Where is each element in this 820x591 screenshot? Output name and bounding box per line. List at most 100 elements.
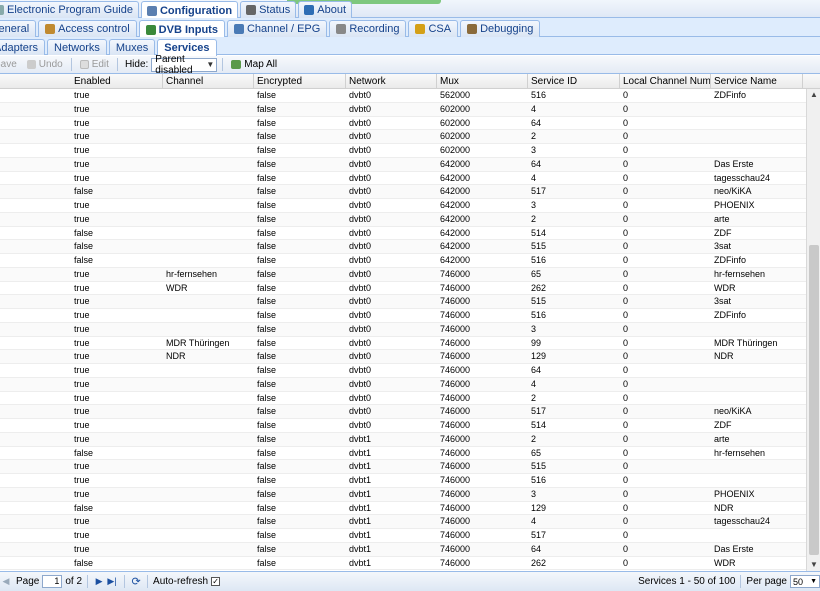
cell-channel: hr-fernsehen — [166, 268, 218, 279]
cell-service-id: 517 — [531, 186, 547, 197]
table-row[interactable]: true false dvbt0 602000 3 0 — [0, 144, 806, 158]
table-row[interactable]: true MDR Thüringen false dvbt0 746000 99 0 MDR … — [0, 337, 806, 351]
tab-csa[interactable]: CSA — [408, 20, 459, 37]
tab-muxes[interactable]: Muxes — [108, 39, 156, 55]
tab-recording[interactable]: Recording — [329, 20, 407, 37]
table-row[interactable]: true false dvbt0 562000 516 0 ZDFinfo — [0, 89, 806, 103]
edit-button[interactable]: Edit — [77, 57, 112, 73]
refresh-icon[interactable]: ⟳ — [130, 575, 142, 589]
table-row[interactable]: true false dvbt1 746000 3 0 PHOENIX — [0, 487, 806, 502]
tab-about[interactable]: About — [298, 1, 352, 18]
cell-enabled: true — [74, 392, 90, 403]
table-row[interactable]: true false dvbt0 642000 2 0 arte — [0, 212, 806, 227]
scrollbar-thumb[interactable] — [809, 245, 819, 555]
prev-page-icon[interactable]: ◀ — [0, 575, 12, 589]
table-row[interactable]: true false dvbt0 642000 64 0 Das Erste — [0, 157, 806, 172]
cell-network: dvbt0 — [349, 365, 372, 375]
cell-enabled: true — [74, 310, 90, 320]
cell-mux: 746000 — [440, 447, 471, 458]
column-header-service-id[interactable]: Service ID — [528, 74, 620, 89]
tab-dvb-inputs[interactable]: DVB Inputs — [138, 20, 225, 38]
column-header-local-channel-number[interactable]: Local Channel Number — [620, 74, 711, 89]
tab-label: Networks — [54, 41, 100, 54]
table-row[interactable]: true false dvbt0 642000 3 0 PHOENIX — [0, 199, 806, 213]
last-page-icon[interactable]: ▶| — [105, 575, 119, 589]
table-row[interactable]: true false dvbt1 746000 2 0 arte — [0, 432, 806, 447]
tab-channel-epg[interactable]: Channel / EPG — [226, 20, 328, 37]
table-row[interactable]: true false dvbt0 602000 4 0 — [0, 102, 806, 117]
table-row[interactable]: false false dvbt1 746000 262 0 WDR — [0, 557, 806, 571]
cell-channel — [163, 227, 254, 240]
table-row[interactable]: false false dvbt0 642000 515 0 3sat — [0, 240, 806, 254]
cell-encrypted: false — [257, 433, 277, 444]
cell-local-channel-number: 0 — [623, 365, 629, 375]
column-header-encrypted[interactable]: Encrypted — [254, 74, 346, 89]
table-row[interactable]: true false dvbt1 746000 515 0 — [0, 460, 806, 474]
column-header-enabled[interactable]: Enabled — [71, 74, 163, 89]
table-row[interactable]: true WDR false dvbt0 746000 262 0 WDR — [0, 282, 806, 296]
cell-mux: 642000 — [440, 213, 471, 224]
undo-button[interactable]: Undo — [24, 57, 66, 73]
vertical-scrollbar[interactable]: ▲ ▼ — [806, 89, 820, 571]
cell-service-name: WDR — [714, 557, 736, 568]
table-row[interactable]: true false dvbt1 746000 64 0 Das Erste — [0, 542, 806, 557]
cell-encrypted: false — [257, 282, 277, 293]
tab-access-control[interactable]: Access control — [38, 20, 137, 37]
table-row[interactable]: true false dvbt1 746000 517 0 — [0, 529, 806, 543]
cell-enabled: true — [74, 282, 90, 293]
table-row[interactable]: true false dvbt1 746000 516 0 — [0, 474, 806, 488]
cell-network: dvbt0 — [349, 117, 372, 128]
scroll-down-icon[interactable]: ▼ — [807, 559, 820, 571]
table-row[interactable]: false false dvbt0 642000 517 0 neo/KiKA — [0, 185, 806, 199]
column-header-mux[interactable]: Mux — [437, 74, 528, 89]
tab-configuration[interactable]: Configuration — [140, 1, 239, 19]
cell-service-name: PHOENIX — [714, 488, 755, 499]
table-row[interactable]: true false dvbt0 602000 64 0 — [0, 117, 806, 131]
table-row[interactable]: true false dvbt1 746000 4 0 tagesschau24 — [0, 515, 806, 529]
cell-service-id: 515 — [531, 296, 547, 307]
column-header-network[interactable]: Network — [346, 74, 437, 89]
cell-network: dvbt1 — [349, 461, 372, 472]
cell-encrypted: false — [257, 145, 277, 155]
table-row[interactable]: true false dvbt0 746000 515 0 3sat — [0, 295, 806, 309]
table-row[interactable]: false false dvbt0 642000 516 0 ZDFinfo — [0, 254, 806, 268]
tab-electronic-program-guide[interactable]: Electronic Program Guide — [0, 1, 139, 18]
tab-general[interactable]: General — [0, 20, 37, 37]
per-page-select[interactable]: 50 ▼ — [790, 575, 820, 588]
table-row[interactable]: true hr-fernsehen false dvbt0 746000 65 0 hr-fe… — [0, 267, 806, 282]
cell-service-id: 515 — [531, 241, 547, 252]
table-row[interactable]: false false dvbt0 642000 514 0 ZDF — [0, 227, 806, 241]
table-row[interactable]: true false dvbt0 746000 517 0 neo/KiKA — [0, 405, 806, 419]
map-all-button[interactable]: Map All — [228, 57, 280, 73]
cell-network: dvbt1 — [349, 530, 372, 540]
table-row[interactable]: false false dvbt1 746000 129 0 NDR — [0, 502, 806, 516]
table-row[interactable]: true false dvbt0 642000 4 0 tagesschau24 — [0, 172, 806, 186]
table-row[interactable]: true false dvbt0 746000 64 0 — [0, 364, 806, 378]
tab-label: Status — [259, 4, 291, 16]
hide-filter-select[interactable]: Parent disabled ▼ — [151, 54, 218, 76]
next-page-icon[interactable]: ▶ — [93, 575, 105, 589]
tab-debugging[interactable]: Debugging — [460, 20, 541, 37]
cell-service-name: arte — [714, 213, 730, 224]
table-row[interactable]: true false dvbt0 746000 516 0 ZDFinfo — [0, 309, 806, 323]
table-row[interactable]: true false dvbt0 746000 4 0 — [0, 377, 806, 392]
tab-adapters[interactable]: Adapters — [0, 39, 46, 55]
tab-status[interactable]: Status — [240, 1, 297, 18]
cell-enabled: true — [74, 433, 90, 444]
page-number-input[interactable]: 1 — [42, 575, 63, 588]
column-header-service-name[interactable]: Service Name — [711, 74, 803, 89]
table-row[interactable]: true false dvbt0 602000 2 0 — [0, 130, 806, 144]
cell-service-id: 514 — [531, 420, 547, 430]
tab-networks[interactable]: Networks — [47, 39, 107, 55]
column-header-channel[interactable]: Channel — [163, 74, 254, 89]
table-row[interactable]: true false dvbt0 746000 514 0 ZDF — [0, 419, 806, 433]
table-row[interactable]: true false dvbt0 746000 3 0 — [0, 322, 806, 337]
cell-channel — [163, 447, 254, 460]
scroll-up-icon[interactable]: ▲ — [807, 89, 820, 101]
table-row[interactable]: true NDR false dvbt0 746000 129 0 NDR — [0, 350, 806, 364]
table-row[interactable]: true false dvbt0 746000 2 0 — [0, 392, 806, 406]
save-button[interactable]: Save — [0, 57, 20, 73]
auto-refresh-checkbox[interactable]: ✓ — [211, 577, 221, 586]
table-row[interactable]: false false dvbt1 746000 65 0 hr-fernsehen — [0, 447, 806, 461]
cell-encrypted: false — [257, 310, 277, 320]
